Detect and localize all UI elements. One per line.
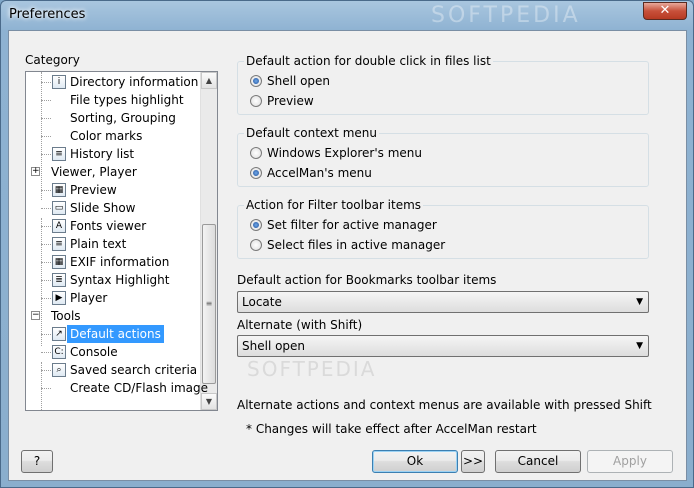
tree-line: [41, 118, 51, 119]
expand-icon[interactable]: +: [31, 167, 40, 176]
tree-line: [41, 154, 51, 155]
tree-item[interactable]: History list: [67, 145, 137, 163]
tree-line: [41, 100, 51, 101]
tree-scrollbar[interactable]: ▲ ≡ ▼: [200, 72, 217, 410]
tree-line: [41, 82, 51, 83]
tree-line: [41, 370, 51, 371]
tree-item[interactable]: Preview: [67, 181, 120, 199]
close-button[interactable]: ✕: [643, 2, 687, 20]
tree-item[interactable]: Plain text: [67, 235, 129, 253]
radio-select-files[interactable]: Select files in active manager: [250, 236, 445, 254]
bookmarks-action-value: Locate: [242, 295, 282, 309]
tree-line: [41, 352, 51, 353]
tree-line: [41, 388, 51, 389]
bookmarks-label: Default action for Bookmarks toolbar ite…: [237, 273, 497, 287]
preferences-window: Preferences SOFTPEDIA ✕ Category ▲ ≡ ▼ i…: [0, 0, 694, 488]
context-menu-group-label: Default context menu: [244, 126, 379, 140]
tree-line: [41, 298, 51, 299]
help-button[interactable]: ?: [21, 450, 53, 473]
syntax-icon: ≣: [52, 273, 66, 287]
dialog-client: Category ▲ ≡ ▼ i Directory information Fil…: [8, 30, 687, 481]
tree-item[interactable]: Color marks: [67, 127, 145, 145]
tree-line: [41, 280, 51, 281]
tree-item[interactable]: Create CD/Flash image: [67, 379, 211, 397]
filter-toolbar-group: Action for Filter toolbar items Set filt…: [237, 198, 649, 259]
preview-icon: ▦: [52, 183, 66, 197]
radio-button[interactable]: [250, 95, 262, 107]
radio-button[interactable]: [250, 167, 262, 179]
tree-line: [41, 334, 51, 335]
tree-item[interactable]: Viewer, Player: [48, 163, 140, 181]
ok-button[interactable]: Ok: [372, 450, 458, 473]
dropdown-arrow-icon: ▼: [636, 297, 643, 307]
tree-item[interactable]: Console: [67, 343, 121, 361]
window-title: Preferences: [9, 7, 86, 22]
close-icon: ✕: [659, 3, 671, 18]
watermark-mid: SOFTPEDIA: [247, 357, 377, 381]
context-menu-group: Default context menu Windows Explorer's …: [237, 126, 649, 187]
radio-preview[interactable]: Preview: [250, 92, 314, 110]
apply-button[interactable]: Apply: [587, 450, 673, 473]
search-icon: ⌕: [52, 363, 66, 377]
slideshow-icon: ▭: [52, 201, 66, 215]
console-icon: C:: [52, 345, 66, 359]
radio-button[interactable]: [250, 75, 262, 87]
tree-item[interactable]: Directory information: [67, 73, 201, 91]
category-label: Category: [25, 53, 80, 67]
player-icon: ▶: [52, 291, 66, 305]
alternate-label: Alternate (with Shift): [237, 318, 363, 332]
history-icon: ≡: [52, 147, 66, 161]
tree-item[interactable]: Fonts viewer: [67, 217, 149, 235]
scroll-up-button[interactable]: ▲: [201, 72, 217, 89]
tree-line: [41, 208, 51, 209]
radio-button[interactable]: [250, 239, 262, 251]
exif-icon: ▦: [52, 255, 66, 269]
text-icon: ≡: [52, 237, 66, 251]
radio-windows-explorer-menu[interactable]: Windows Explorer's menu: [250, 144, 422, 162]
radio-accelman-menu[interactable]: AccelMan's menu: [250, 164, 372, 182]
dropdown-arrow-icon: ▼: [636, 341, 643, 351]
bookmarks-action-select[interactable]: Locate ▼: [237, 291, 649, 313]
radio-set-filter[interactable]: Set filter for active manager: [250, 216, 437, 234]
tree-item[interactable]: Slide Show: [67, 199, 138, 217]
tree-line: [41, 218, 42, 346]
tree-item[interactable]: Syntax Highlight: [67, 271, 172, 289]
title-bar[interactable]: Preferences SOFTPEDIA ✕: [1, 1, 693, 29]
double-click-group: Default action for double click in files…: [237, 54, 649, 115]
tree-item[interactable]: File types highlight: [67, 91, 187, 109]
tree-item[interactable]: Saved search criteria: [67, 361, 200, 379]
tree-line: [41, 136, 51, 137]
tree-item[interactable]: Tools: [48, 307, 84, 325]
shortcut-icon: ↗: [52, 327, 66, 341]
scroll-thumb[interactable]: ≡: [202, 224, 216, 384]
filter-toolbar-group-label: Action for Filter toolbar items: [244, 198, 424, 212]
alternate-action-select[interactable]: Shell open ▼: [237, 335, 649, 357]
tree-line: [41, 262, 51, 263]
category-tree[interactable]: ▲ ≡ ▼ i Directory information File types h…: [25, 71, 218, 411]
tree-line: [41, 190, 51, 191]
font-icon: A: [52, 219, 66, 233]
radio-button[interactable]: [250, 147, 262, 159]
radio-shell-open[interactable]: Shell open: [250, 72, 330, 90]
info-icon: i: [52, 75, 66, 89]
more-button[interactable]: >>: [461, 450, 485, 473]
shift-note: Alternate actions and context menus are …: [237, 398, 652, 412]
cancel-button[interactable]: Cancel: [495, 450, 581, 473]
restart-note: * Changes will take effect after AccelMa…: [246, 422, 537, 436]
tree-item[interactable]: Player: [67, 289, 110, 307]
double-click-group-label: Default action for double click in files…: [244, 54, 493, 68]
collapse-icon[interactable]: −: [31, 311, 40, 320]
alternate-action-value: Shell open: [242, 339, 306, 353]
tree-item[interactable]: Sorting, Grouping: [67, 109, 179, 127]
tree-item[interactable]: EXIF information: [67, 253, 172, 271]
tree-line: [41, 226, 51, 227]
radio-button[interactable]: [250, 219, 262, 231]
tree-line: [41, 244, 51, 245]
watermark-top: SOFTPEDIA: [431, 3, 581, 28]
tree-item[interactable]: Default actions: [67, 325, 164, 343]
